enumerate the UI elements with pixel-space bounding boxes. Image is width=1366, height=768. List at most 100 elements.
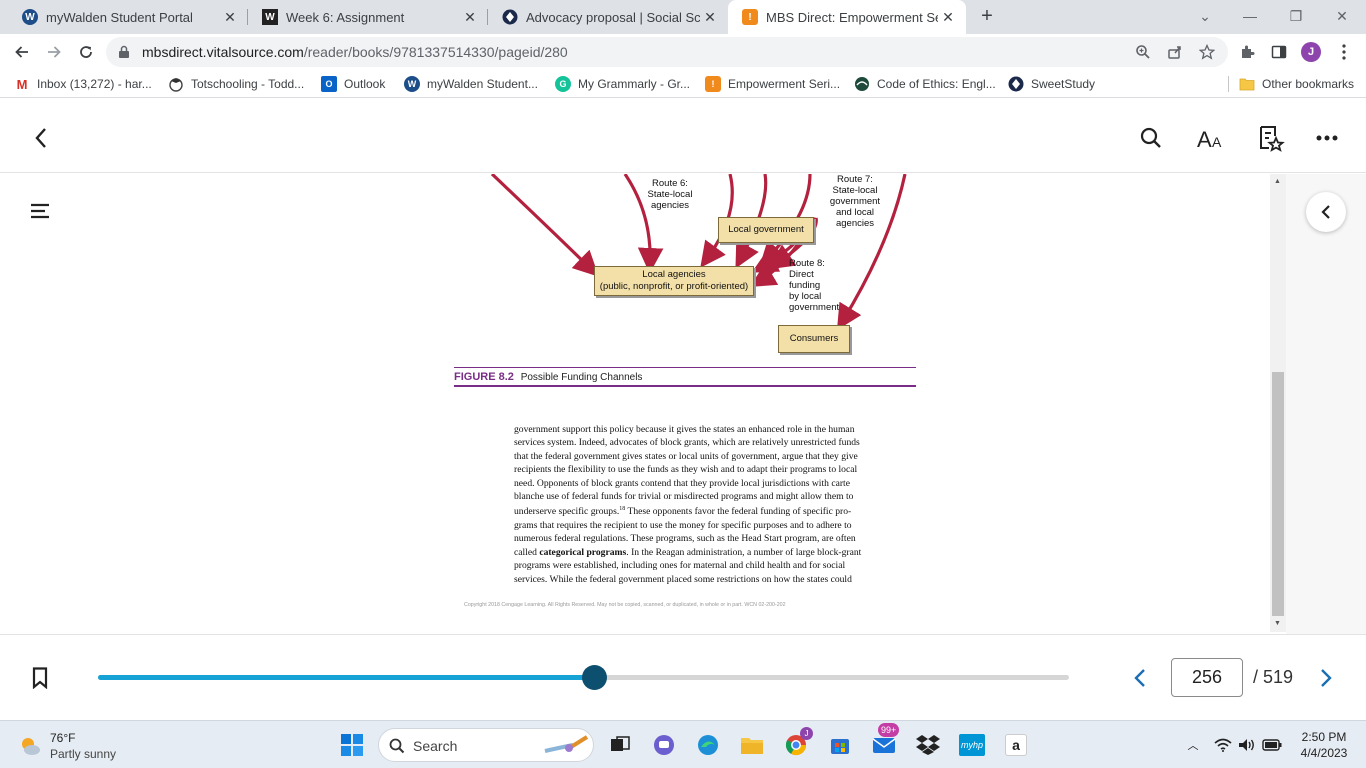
route8-line: by local xyxy=(789,291,822,302)
text-span: These opponents favor the federal fundin… xyxy=(625,506,852,518)
bookmark-code-of-ethics[interactable]: Code of Ethics: Engl... xyxy=(854,75,996,93)
battery-icon[interactable] xyxy=(1262,739,1282,751)
lock-icon[interactable] xyxy=(118,45,130,64)
bookmark-label: Totschooling - Todd... xyxy=(191,77,305,91)
bookmark-totschooling[interactable]: Totschooling - Todd... xyxy=(168,75,304,93)
start-button[interactable] xyxy=(336,729,368,761)
address-bar[interactable]: mbsdirect.vitalsource.com/reader/books/9… xyxy=(106,37,1228,67)
bookmark-label: Code of Ethics: Engl... xyxy=(877,77,996,91)
notes-star-icon[interactable] xyxy=(1256,123,1286,153)
bookmark-icon[interactable] xyxy=(28,665,52,691)
taskbar-search[interactable]: Search xyxy=(378,728,594,762)
mbs-icon: ! xyxy=(742,9,758,25)
bookmark-label: Other bookmarks xyxy=(1262,77,1355,91)
route6-label: Route 6: State-local agencies xyxy=(632,178,708,211)
url-text[interactable]: mbsdirect.vitalsource.com/reader/books/9… xyxy=(142,44,568,60)
tab-mywalden[interactable]: W myWalden Student Portal ✕ xyxy=(8,0,248,34)
reader-body: Route 6: State-local agencies Route 7: S… xyxy=(0,174,1366,634)
page-total: / 519 xyxy=(1253,667,1294,687)
scroll-up-icon[interactable]: ▲ xyxy=(1274,178,1281,185)
table-of-contents-icon[interactable] xyxy=(30,202,50,225)
bookmark-label: SweetStudy xyxy=(1031,77,1096,91)
other-bookmarks[interactable]: Other bookmarks xyxy=(1239,75,1354,93)
text-line: need. Opponents of block grants contend … xyxy=(514,477,850,489)
temperature: 76°F xyxy=(50,731,76,745)
reload-icon[interactable] xyxy=(72,38,100,66)
slider-knob[interactable] xyxy=(581,665,607,690)
text-span: called xyxy=(514,546,540,558)
bookmark-grammarly[interactable]: G My Grammarly - Gr... xyxy=(555,75,690,93)
profile-avatar[interactable]: J xyxy=(1297,38,1325,66)
text-span: . In the Reagan administration, a number… xyxy=(626,546,862,558)
chrome-icon[interactable]: J xyxy=(780,727,813,761)
bookmark-gmail[interactable]: M Inbox (13,272) - har... xyxy=(14,75,152,93)
forward-icon[interactable] xyxy=(40,38,68,66)
chevron-up-icon[interactable]: ︿ xyxy=(1180,737,1206,753)
scroll-down-icon[interactable]: ▼ xyxy=(1274,620,1281,627)
microsoft-store-icon[interactable] xyxy=(824,729,856,761)
myhp-icon[interactable]: myhp xyxy=(956,729,988,761)
new-tab-button[interactable]: + xyxy=(976,6,998,28)
share-icon[interactable] xyxy=(1164,41,1186,63)
text-line: recipients the flexibility to use the fu… xyxy=(514,464,858,476)
tab-search-icon[interactable]: ⌄ xyxy=(1193,4,1217,28)
clock-date: 4/4/2023 xyxy=(1300,746,1348,760)
minimize-icon[interactable]: — xyxy=(1238,4,1262,28)
route7-line: and local xyxy=(835,207,875,218)
page-scrollbar[interactable]: ▲ ▼ xyxy=(1270,174,1286,632)
close-icon[interactable]: ✕ xyxy=(460,7,480,27)
bookmark-divider xyxy=(1228,76,1229,92)
page-slider[interactable] xyxy=(98,665,1069,690)
search-icon[interactable] xyxy=(1136,123,1166,153)
close-icon[interactable]: ✕ xyxy=(220,7,240,27)
star-icon[interactable] xyxy=(1196,41,1218,63)
consumers-box: Consumers xyxy=(778,325,850,353)
page-number-input[interactable]: 256 xyxy=(1171,658,1243,697)
wifi-icon[interactable] xyxy=(1214,738,1232,752)
dropbox-icon[interactable] xyxy=(912,729,944,761)
mail-icon[interactable]: 99+ xyxy=(868,723,900,761)
bookmark-outlook[interactable]: O Outlook xyxy=(321,75,385,93)
route-arrow xyxy=(490,174,599,277)
more-options-icon[interactable] xyxy=(1312,123,1342,153)
close-icon[interactable]: ✕ xyxy=(700,7,720,27)
tab-mbs-direct[interactable]: ! MBS Direct: Empowerment Serie ✕ xyxy=(728,0,966,34)
system-clock[interactable]: 2:50 PM 4/4/2023 xyxy=(1294,729,1354,761)
menu-kebab-icon[interactable] xyxy=(1330,38,1358,66)
panel-toggle-button[interactable] xyxy=(1306,192,1346,232)
clock-time: 2:50 PM xyxy=(1301,730,1347,744)
text-line: numerous federal regulations. These prog… xyxy=(514,533,856,545)
route8-line: Route 8: xyxy=(789,258,825,269)
side-panel-icon[interactable] xyxy=(1265,38,1293,66)
windows-taskbar: 76°F Partly sunny Search J 99+ myhp a ︿ … xyxy=(0,720,1366,768)
tab-advocacy[interactable]: Advocacy proposal | Social Scienc ✕ xyxy=(488,0,728,34)
scroll-thumb[interactable] xyxy=(1272,372,1284,616)
bookmark-empowerment[interactable]: ! Empowerment Seri... xyxy=(705,75,840,93)
book-page: Route 6: State-local agencies Route 7: S… xyxy=(80,174,1270,634)
bookmark-mywalden[interactable]: W myWalden Student... xyxy=(404,75,538,93)
text-size-icon[interactable]: AA xyxy=(1196,123,1226,153)
tab-week6[interactable]: W Week 6: Assignment ✕ xyxy=(248,0,488,34)
file-explorer-icon[interactable] xyxy=(736,729,768,761)
bookmark-sweetstudy[interactable]: SweetStudy xyxy=(1008,75,1095,93)
edge-icon[interactable] xyxy=(692,729,724,761)
mbs-icon: ! xyxy=(705,76,721,92)
close-icon[interactable]: ✕ xyxy=(938,7,958,27)
svg-text:A: A xyxy=(1212,134,1222,149)
back-icon[interactable] xyxy=(8,38,36,66)
next-page-icon[interactable] xyxy=(1314,665,1338,691)
amazon-icon[interactable]: a xyxy=(1000,729,1032,761)
restore-icon[interactable]: ❐ xyxy=(1284,4,1308,28)
system-tray: ︿ xyxy=(1180,733,1282,757)
gmail-icon: M xyxy=(16,76,28,92)
reader-back-icon[interactable] xyxy=(26,123,56,153)
zoom-icon[interactable] xyxy=(1132,41,1154,63)
route6-line: Route 6: xyxy=(652,178,688,189)
chat-icon[interactable] xyxy=(648,729,680,761)
task-view-icon[interactable] xyxy=(604,729,636,761)
weather-widget[interactable]: 76°F Partly sunny xyxy=(18,729,128,761)
speaker-icon[interactable] xyxy=(1238,738,1256,752)
extensions-icon[interactable] xyxy=(1233,38,1261,66)
previous-page-icon[interactable] xyxy=(1128,665,1152,691)
window-close-icon[interactable]: ✕ xyxy=(1330,4,1354,28)
